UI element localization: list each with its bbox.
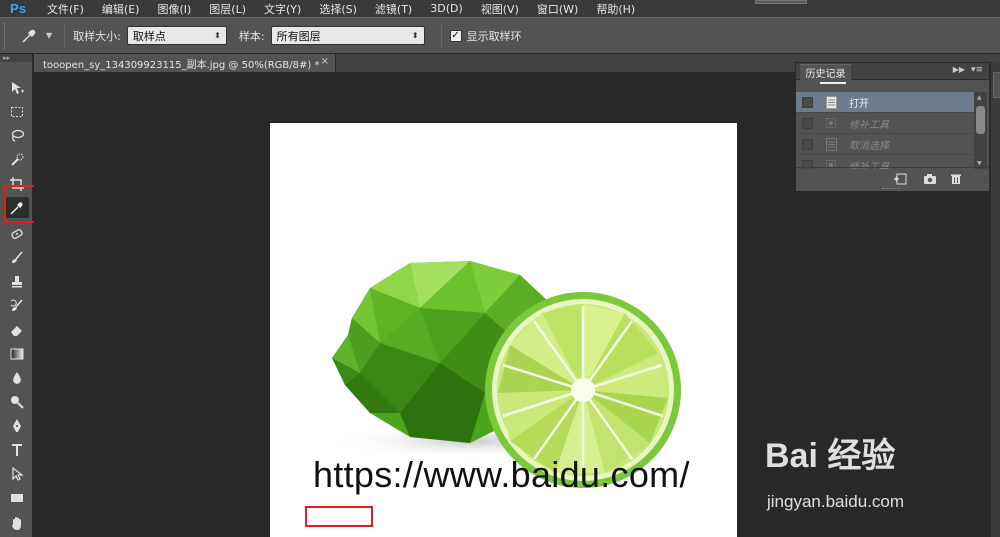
scroll-down-icon[interactable]: ▼ <box>977 160 982 167</box>
show-ring-label: 显示取样环 <box>466 29 522 43</box>
menu-view[interactable]: 视图(V) <box>472 1 528 17</box>
healing-brush-tool-icon[interactable] <box>4 223 29 244</box>
path-selection-tool-icon[interactable] <box>4 463 29 484</box>
lasso-tool-icon[interactable] <box>4 125 29 146</box>
type-tool-icon[interactable] <box>4 439 29 460</box>
menu-bar: Ps 文件(F) 编辑(E) 图像(I) 图层(L) 文字(Y) 选择(S) 滤… <box>0 0 1000 17</box>
trash-icon[interactable] <box>948 172 964 186</box>
history-item[interactable]: 取消选择 <box>796 134 974 155</box>
divider <box>64 23 66 48</box>
menu-help[interactable]: 帮助(H) <box>587 1 644 17</box>
pen-tool-icon[interactable] <box>4 415 29 436</box>
preset-dropdown-icon[interactable]: ▼ <box>46 31 52 40</box>
menu-file[interactable]: 文件(F) <box>38 1 93 17</box>
document-tab-title: tooopen_sy_134309923115_副本.jpg @ 50%(RGB… <box>43 59 320 71</box>
history-source-checkbox[interactable] <box>802 138 813 150</box>
history-item-label: 修补工具 <box>849 119 889 131</box>
new-document-from-state-icon[interactable] <box>892 172 908 186</box>
history-item[interactable]: 打开 <box>796 92 974 113</box>
sample-size-value: 取样点 <box>132 29 166 43</box>
tools-panel: ▸▸ <box>0 54 33 537</box>
document-canvas[interactable]: https://www.baidu.com/ <box>270 123 737 537</box>
history-source-checkbox[interactable] <box>802 117 813 129</box>
document-icon <box>825 95 837 109</box>
divider <box>440 23 442 48</box>
scrollbar-thumb[interactable] <box>976 106 985 134</box>
history-item[interactable]: 修补工具 <box>796 113 974 134</box>
history-tab-bar: 历史记录 ▶▶ ▾≡ <box>796 63 989 80</box>
menu-image[interactable]: 图像(I) <box>148 1 200 17</box>
history-item-label: 取消选择 <box>849 140 889 152</box>
collapse-panel-icon[interactable]: ▶▶ <box>953 65 965 74</box>
baidu-watermark: Bai 经验 jingyan.baidu.com <box>765 428 995 518</box>
clone-stamp-tool-icon[interactable] <box>4 271 29 292</box>
menu-layer[interactable]: 图层(L) <box>200 1 255 17</box>
history-source-checkbox[interactable] <box>802 96 813 108</box>
menu-window[interactable]: 窗口(W) <box>528 1 587 17</box>
history-scrollbar[interactable]: ▲ ▼ <box>974 92 987 169</box>
sample-size-label: 取样大小: <box>73 29 121 43</box>
history-tab[interactable]: 历史记录 <box>800 64 851 80</box>
canvas-url-text: https://www.baidu.com/ <box>313 454 690 495</box>
menu-select[interactable]: 选择(S) <box>310 1 366 17</box>
hand-tool-icon[interactable] <box>4 512 29 533</box>
menu-edit[interactable]: 编辑(E) <box>93 1 149 17</box>
text-highlight-box <box>305 506 373 527</box>
patch-tool-icon <box>825 116 837 130</box>
sample-label: 样本: <box>238 29 265 43</box>
chevron-updown-icon: ⬍ <box>411 31 419 40</box>
document-icon <box>825 137 837 151</box>
camera-icon[interactable] <box>922 172 938 186</box>
history-brush-tool-icon[interactable] <box>4 295 29 316</box>
sample-size-select[interactable]: 取样点 ⬍ <box>126 26 227 45</box>
quick-selection-tool-icon[interactable] <box>4 149 29 170</box>
marquee-tool-icon[interactable] <box>4 101 29 122</box>
menu-type[interactable]: 文字(Y) <box>255 1 310 17</box>
menu-3d[interactable]: 3D(D) <box>421 2 472 15</box>
blur-tool-icon[interactable] <box>4 367 29 388</box>
history-panel: 历史记录 ▶▶ ▾≡ 打开 修补工具 取消选择 修补工具 ▲ ▼ <box>795 62 990 192</box>
sample-select[interactable]: 所有图层 ⬍ <box>270 26 425 45</box>
move-tool-icon[interactable] <box>4 77 29 98</box>
history-tab-indicator <box>820 82 846 84</box>
chevron-updown-icon: ⬍ <box>214 31 221 40</box>
brush-tool-icon[interactable] <box>4 247 29 268</box>
watermark-site: jingyan.baidu.com <box>767 492 905 511</box>
collapsed-panel-tab[interactable] <box>993 72 1000 98</box>
photoshop-window: Ps 文件(F) 编辑(E) 图像(I) 图层(L) 文字(Y) 选择(S) 滤… <box>0 0 1000 537</box>
ps-logo: Ps <box>10 1 26 16</box>
rectangle-tool-icon[interactable] <box>4 487 29 508</box>
sample-value: 所有图层 <box>276 29 321 43</box>
workspace-switcher[interactable] <box>755 0 807 4</box>
watermark-brand: Bai 经验 <box>765 437 896 475</box>
tools-collapse-icon[interactable]: ▸▸ <box>0 54 32 62</box>
options-bar: ▼ 取样大小: 取样点 ⬍ 样本: 所有图层 ⬍ ✓ 显示取样环 <box>0 17 1000 54</box>
show-ring-checkbox[interactable]: ✓ <box>449 29 462 42</box>
panel-resize-handle[interactable] <box>882 188 900 190</box>
close-icon[interactable]: × <box>321 56 329 67</box>
history-item-label: 打开 <box>849 98 869 110</box>
eyedropper-preset-icon[interactable] <box>12 23 46 49</box>
history-list: 打开 修补工具 取消选择 修补工具 <box>796 92 974 169</box>
menu-filter[interactable]: 滤镜(T) <box>366 1 421 17</box>
history-footer <box>796 167 989 191</box>
eraser-tool-icon[interactable] <box>4 319 29 340</box>
panel-menu-icon[interactable]: ▾≡ <box>971 65 983 75</box>
dodge-tool-icon[interactable] <box>4 391 29 412</box>
scroll-up-icon[interactable]: ▲ <box>977 94 982 101</box>
document-tab[interactable]: tooopen_sy_134309923115_副本.jpg @ 50%(RGB… <box>34 54 336 72</box>
options-grip[interactable] <box>4 22 12 49</box>
gradient-tool-icon[interactable] <box>4 343 29 364</box>
